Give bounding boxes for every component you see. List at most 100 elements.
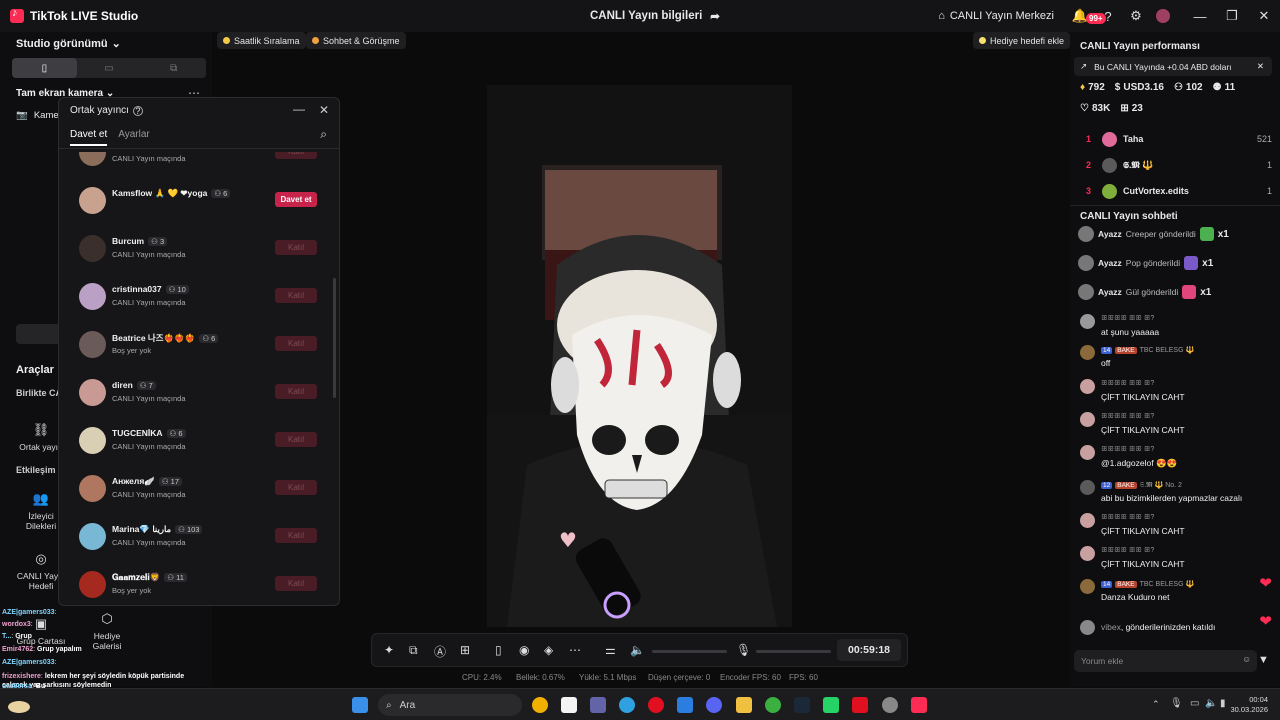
filter-icon[interactable]: ▼ (1258, 654, 1269, 666)
tiktok-icon[interactable] (911, 697, 927, 713)
weather-icon[interactable] (8, 701, 30, 713)
avatar (1078, 226, 1094, 242)
settings-gear-icon[interactable]: ⚙ (1128, 8, 1144, 24)
more-icon[interactable]: ⋯ (569, 643, 581, 657)
join-button[interactable]: Katıl (275, 480, 317, 495)
minimize-dialog-button[interactable]: — (293, 102, 305, 116)
tab-invite[interactable]: Davet et (70, 129, 107, 146)
chat-message[interactable]: ꕥꕥꕥꕥ ꕥꕥ ꕥ? ÇİFT TIKLAYIN CAHT (1080, 546, 1270, 576)
notification-bell-icon[interactable]: 🔔 99+ (1072, 8, 1106, 24)
ranking-row[interactable]: 2 𝕾.𝕸 🔱 1 (1086, 154, 1276, 176)
dual-option[interactable]: ⧉ (141, 58, 206, 78)
camera-effects-icon[interactable]: ◈ (544, 643, 553, 657)
join-button[interactable]: Katıl (275, 240, 317, 255)
tray-volume-icon[interactable]: 🔈 (1205, 698, 1217, 709)
tray-battery-icon[interactable]: ▮ (1220, 698, 1226, 709)
chat-message[interactable]: ꕥꕥꕥꕥ ꕥꕥ ꕥ? @1.adgozelof 😍😍 (1080, 445, 1270, 475)
landscape-option[interactable]: ▭ (77, 58, 142, 78)
chat-message[interactable]: ꕥꕥꕥꕥ ꕥꕥ ꕥ? ÇİFT TIKLAYIN CAHT (1080, 412, 1270, 442)
speaker-volume-slider[interactable] (652, 650, 727, 653)
join-button[interactable]: Katıl (275, 576, 317, 591)
chat-message[interactable]: ꕥꕥꕥꕥ ꕥꕥ ꕥ? ÇİFT TIKLAYIN CAHT (1080, 379, 1270, 409)
encoder-fps-stat: Encoder FPS: 60 (720, 673, 781, 682)
tray-mic-icon[interactable]: 🎙 (1170, 698, 1183, 709)
tray-display-icon[interactable]: ▭ (1190, 698, 1199, 709)
avatar[interactable] (1156, 9, 1170, 23)
portrait-option[interactable]: ▯ (12, 58, 77, 78)
chat-message[interactable]: ꕥꕥꕥꕥ ꕥꕥ ꕥ? ÇİFT TIKLAYIN CAHT (1080, 513, 1270, 543)
record-icon[interactable]: ◉ (519, 643, 529, 657)
trophy-icon (223, 37, 230, 44)
search-icon[interactable]: ⌕ (320, 127, 327, 142)
close-dialog-button[interactable]: ✕ (319, 103, 329, 117)
close-banner-button[interactable]: ✕ (1257, 61, 1264, 72)
chat-message[interactable]: 12 BAKE 𝕾.𝕸 🔱 No. 2 abi bu bizimkilerden ya… (1080, 480, 1270, 510)
avatar (1080, 412, 1095, 427)
microphone-icon[interactable]: 🎙 (736, 643, 751, 657)
discord-icon[interactable] (706, 697, 722, 713)
windows-start-icon[interactable] (352, 697, 368, 713)
folder-icon[interactable] (736, 697, 752, 713)
taskbar-search[interactable]: ⌕ Ara (378, 694, 522, 716)
minimize-button[interactable]: — (1184, 0, 1216, 32)
gift-gallery-button[interactable]: ⬡ Hediye Galerisi (80, 604, 134, 658)
screen-share-icon[interactable]: ⧉ (409, 643, 418, 658)
live-info-button[interactable]: CANLI Yayın bilgileri ➦ (590, 9, 720, 23)
audio-mixer-icon[interactable]: ⚌ (605, 643, 616, 657)
tray-chevron-icon[interactable]: ⌃ (1152, 699, 1160, 710)
join-button[interactable]: Katıl (275, 336, 317, 351)
join-button[interactable]: Katıl (275, 288, 317, 303)
video-preview[interactable]: ♥ (487, 85, 792, 627)
chrome-icon[interactable] (532, 697, 548, 713)
teams-icon[interactable] (590, 697, 606, 713)
upload-stat: Yükle: 5.1 Mbps (579, 673, 637, 682)
gift-icon: ⊞ (1120, 103, 1129, 114)
ranking-row[interactable]: 3 CutVortex.edits 1 (1086, 180, 1276, 202)
store-icon[interactable] (561, 697, 577, 713)
chat-message[interactable]: ꕥꕥꕥꕥ ꕥꕥ ꕥ? at şunu yaaaaa (1080, 314, 1270, 344)
join-button[interactable]: Katıl (275, 384, 317, 399)
emoji-icon[interactable]: ☺ (1242, 654, 1251, 664)
effects-icon[interactable]: Ⓐ (434, 643, 446, 660)
close-window-button[interactable]: ✕ (1248, 0, 1280, 32)
invite-button[interactable]: Davet et (275, 192, 317, 207)
comment-input[interactable]: Yorum ekle ☺ (1074, 650, 1257, 672)
join-button[interactable]: Katıl (275, 152, 317, 159)
ranking-row[interactable]: 1 Taha 521 (1086, 128, 1276, 150)
maximize-button[interactable]: ❐ (1216, 0, 1248, 32)
steam-icon[interactable] (794, 697, 810, 713)
whatsapp-icon[interactable] (823, 697, 839, 713)
edge-icon[interactable] (619, 697, 635, 713)
chat-message[interactable]: 14 BAKE TBC BELESG 🔱 Danza Kuduro net (1080, 579, 1270, 609)
add-source-icon[interactable]: ⊞ (460, 643, 470, 657)
join-button[interactable]: Katıl (275, 528, 317, 543)
opera-icon[interactable] (648, 697, 664, 713)
phone-icon[interactable]: ▯ (495, 643, 502, 657)
studio-view-dropdown[interactable]: Studio görünümü ⌄ (16, 37, 121, 51)
scrollbar[interactable] (333, 278, 336, 398)
mail-icon[interactable] (677, 697, 693, 713)
hourly-rank-pill[interactable]: Saatlik Sıralama (217, 32, 306, 49)
obs-icon[interactable] (882, 697, 898, 713)
separator: : (54, 659, 57, 666)
tab-settings[interactable]: Ayarlar (118, 129, 150, 146)
speaker-icon[interactable]: 🔈 (630, 643, 645, 657)
chat-meet-pill[interactable]: Sohbet & Görüşme (306, 32, 406, 49)
like-heart-icon: ❤ (1259, 575, 1272, 592)
info-icon[interactable]: ? (132, 105, 143, 116)
live-center-button[interactable]: ⌂ CANLI Yayın Merkezi (938, 10, 1054, 22)
gift-goal-pill[interactable]: Hediye hedefi ekle (973, 32, 1071, 49)
magic-wand-icon[interactable]: ✦ (384, 643, 394, 657)
diamond-value: 792 (1088, 82, 1105, 93)
chat-message[interactable]: 14 BAKE TBC BELESG 🔱 off (1080, 345, 1270, 375)
overlay-chat-text: Grup (15, 633, 32, 640)
gift-count: x1 (1200, 286, 1212, 298)
chat-text: ÇİFT TIKLAYIN CAHT (1101, 425, 1185, 435)
app-name: TikTok LIVE Studio (30, 9, 139, 23)
taskbar-clock[interactable]: 00:04 30.03.2026 (1230, 695, 1268, 715)
gift-user: Ayazz (1098, 229, 1122, 239)
mic-volume-slider[interactable] (756, 650, 831, 653)
chrome-active-icon[interactable] (765, 697, 781, 713)
youtube-icon[interactable] (852, 697, 868, 713)
join-button[interactable]: Katıl (275, 432, 317, 447)
